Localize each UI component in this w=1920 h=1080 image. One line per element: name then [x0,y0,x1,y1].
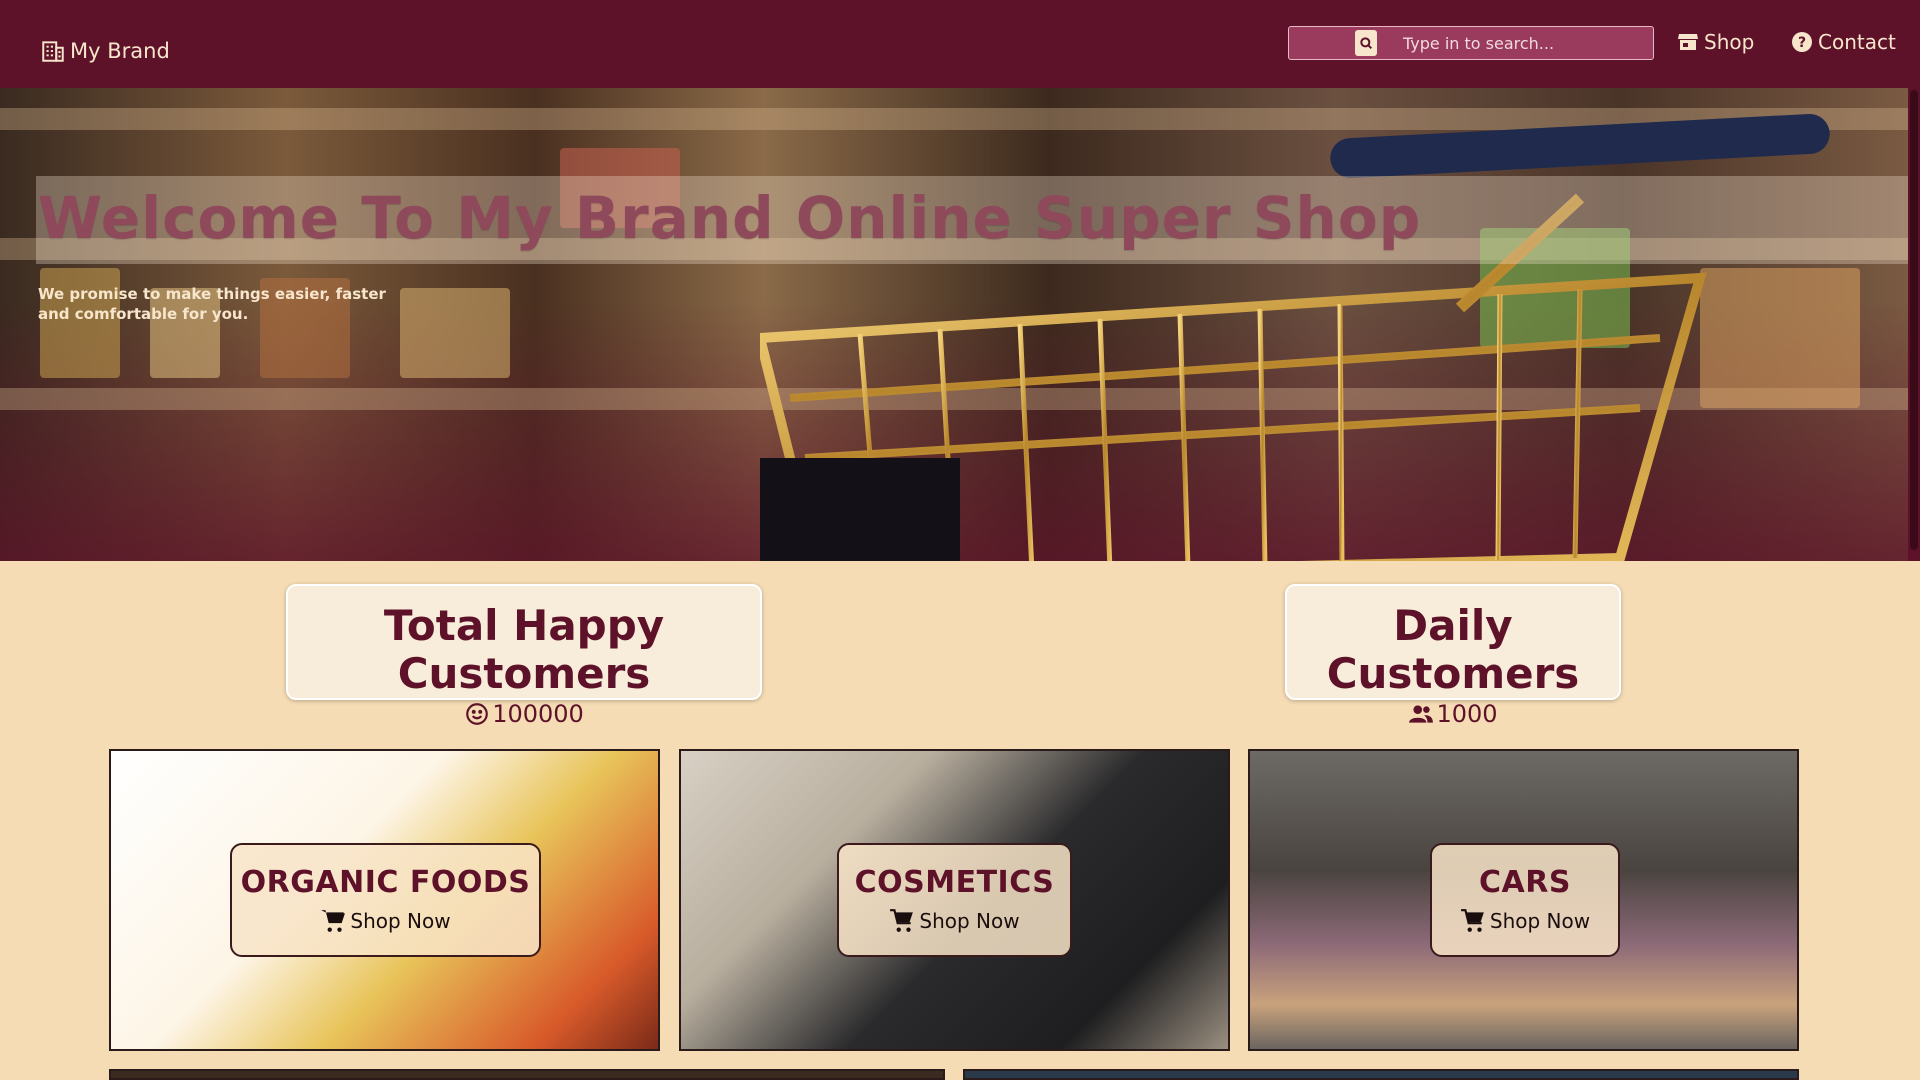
stat-number: 1000 [1436,700,1498,728]
shop-now-button[interactable]: Shop Now [320,908,451,934]
category-card-organic-foods[interactable]: ORGANIC FOODS Shop Now [109,749,660,1051]
shop-now-label: Shop Now [1489,909,1591,933]
nav-contact-label: Contact [1818,30,1896,54]
category-card-cars[interactable]: CARS Shop Now [1248,749,1799,1051]
store-icon [1678,34,1698,50]
shop-now-button[interactable]: Shop Now [889,908,1020,934]
search-input[interactable] [1403,33,1633,53]
search-icon[interactable] [1355,30,1377,56]
scrollbar-thumb[interactable] [1910,90,1918,550]
stat-number: 100000 [492,700,584,728]
category-title: CARS [1479,865,1571,900]
category-label: COSMETICS Shop Now [837,843,1072,957]
top-navbar: My Brand Shop ? Contact [0,0,1920,88]
category-label: ORGANIC FOODS Shop Now [230,843,541,957]
category-title: COSMETICS [854,865,1055,900]
category-label: CARS Shop Now [1430,843,1620,957]
smile-icon [466,703,489,725]
stat-value: 1000 [1408,700,1498,728]
category-title: ORGANIC FOODS [240,865,531,900]
shop-now-button[interactable]: Shop Now [1460,908,1590,934]
cart-icon [321,910,346,932]
people-icon [1409,705,1434,723]
stat-title: Daily Customers [1326,601,1580,698]
help-circle-icon: ? [1792,32,1812,52]
category-card-cosmetics[interactable]: COSMETICS Shop Now [679,749,1230,1051]
stat-total-happy-customers: Total Happy Customers 100000 [286,584,762,728]
nav-shop-label: Shop [1704,30,1755,54]
category-card-partial[interactable] [109,1069,945,1080]
hero-subtitle: We promise to make things easier, faster… [38,285,386,323]
brand-link[interactable]: My Brand [40,38,170,64]
hero-title: Welcome To My Brand Online Super Shop [38,184,1422,252]
building-icon [42,41,64,62]
stat-title: Total Happy Customers [383,601,665,698]
cart-icon [1460,909,1484,932]
cart-icon [890,909,914,932]
hero-banner: Welcome To My Brand Online Super Shop We… [0,88,1908,561]
stat-daily-customers: Daily Customers 1000 [1285,584,1621,728]
search-box [1288,26,1654,60]
nav-shop-link[interactable]: Shop [1676,30,1754,54]
stat-value: 100000 [464,700,584,728]
svg-text:?: ? [1798,35,1806,51]
shop-now-label: Shop Now [919,909,1020,933]
category-card-partial[interactable] [963,1069,1799,1080]
nav-contact-link[interactable]: ? Contact [1790,30,1896,54]
shop-now-label: Shop Now [350,909,451,933]
brand-name: My Brand [70,39,170,63]
goods-decoration [1700,268,1860,408]
